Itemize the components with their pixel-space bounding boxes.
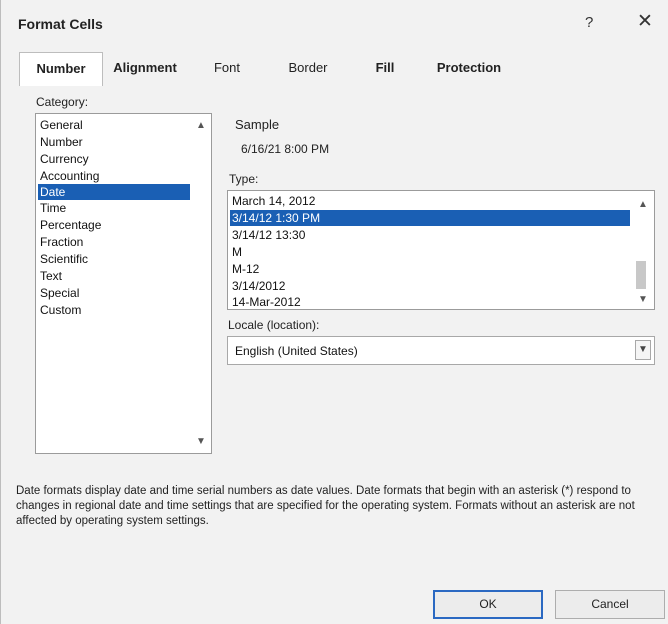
type-item-selected[interactable]: 3/14/12 1:30 PM <box>230 210 630 226</box>
tab-fill[interactable]: Fill <box>367 52 403 84</box>
type-item[interactable]: March 14, 2012 <box>230 193 315 209</box>
title-bar: Format Cells ? ✕ <box>1 0 668 46</box>
type-scroll-down-icon[interactable]: ▼ <box>638 294 648 305</box>
tab-alignment[interactable]: Alignment <box>105 52 185 84</box>
locale-value: English (United States) <box>235 344 358 358</box>
category-scroll-down-icon[interactable]: ▼ <box>196 436 206 447</box>
category-scroll-up-icon[interactable]: ▲ <box>196 120 206 131</box>
close-icon[interactable]: ✕ <box>637 12 653 31</box>
category-item-scientific[interactable]: Scientific <box>38 251 88 267</box>
category-item-percentage[interactable]: Percentage <box>38 217 101 233</box>
category-item-number[interactable]: Number <box>38 134 83 150</box>
type-listbox[interactable]: March 14, 2012 3/14/12 1:30 PM 3/14/12 1… <box>227 190 655 310</box>
tab-number[interactable]: Number <box>19 52 103 86</box>
locale-select[interactable]: English (United States) ▼ <box>227 336 655 365</box>
category-item-special[interactable]: Special <box>38 285 79 301</box>
chevron-down-icon[interactable]: ▼ <box>635 340 651 360</box>
type-scrollbar-thumb[interactable] <box>636 261 646 289</box>
type-item[interactable]: 3/14/2012 <box>230 278 285 294</box>
type-scroll-up-icon[interactable]: ▲ <box>638 199 648 210</box>
category-item-time[interactable]: Time <box>38 200 66 216</box>
type-item[interactable]: M <box>230 244 242 260</box>
type-label: Type: <box>229 172 259 186</box>
locale-label: Locale (location): <box>228 318 320 332</box>
help-button[interactable]: ? <box>585 14 593 31</box>
category-item-text[interactable]: Text <box>38 268 62 284</box>
format-description: Date formats display date and time seria… <box>16 485 635 527</box>
category-listbox[interactable]: General Number Currency Accounting Date … <box>35 113 212 454</box>
category-label: Category: <box>36 95 89 109</box>
tab-protection[interactable]: Protection <box>423 52 515 84</box>
category-item-fraction[interactable]: Fraction <box>38 234 83 250</box>
format-cells-dialog: Format Cells ? ✕ Number Alignment Font B… <box>0 0 668 624</box>
category-item-custom[interactable]: Custom <box>38 302 81 318</box>
type-item[interactable]: M-12 <box>230 261 259 277</box>
sample-label: Sample <box>235 117 280 132</box>
tab-font[interactable]: Font <box>199 52 255 84</box>
category-item-date[interactable]: Date <box>38 184 190 200</box>
category-item-accounting[interactable]: Accounting <box>38 168 99 184</box>
category-item-currency[interactable]: Currency <box>38 151 89 167</box>
type-item[interactable]: 3/14/12 13:30 <box>230 227 305 243</box>
cancel-button[interactable]: Cancel <box>555 590 665 619</box>
ok-button[interactable]: OK <box>433 590 543 619</box>
dialog-title: Format Cells <box>18 16 103 32</box>
tab-border[interactable]: Border <box>277 52 339 84</box>
type-item[interactable]: 14-Mar-2012 <box>230 294 301 309</box>
category-item-general[interactable]: General <box>38 117 83 133</box>
sample-value: 6/16/21 8:00 PM <box>241 142 330 156</box>
